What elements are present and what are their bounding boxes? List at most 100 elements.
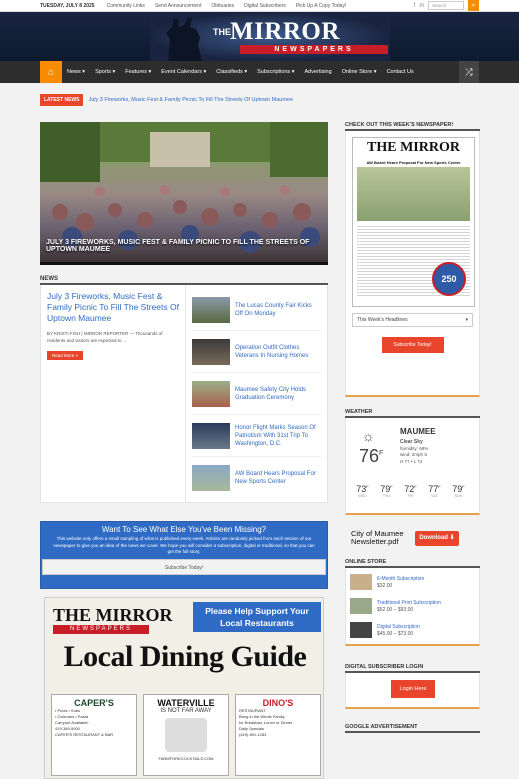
- product-thumb[interactable]: [350, 598, 372, 614]
- top-right: f in Search ⌕: [414, 0, 479, 11]
- thumbnail[interactable]: [192, 465, 230, 491]
- logo-sub: NEWSPAPERS: [240, 45, 388, 54]
- forecast-day: 73F WED: [356, 484, 369, 498]
- product-thumb[interactable]: [350, 622, 372, 638]
- ad-cards: CAPER'S • Pizza • Subs • Calzones • Past…: [51, 694, 321, 776]
- ad-logo: THE MIRROR: [53, 605, 173, 625]
- nav-contact[interactable]: Contact Us: [382, 61, 419, 83]
- newsletter-download[interactable]: City of Maumee Newsletter.pdf Download ⬇: [345, 528, 480, 550]
- store-item[interactable]: Traditional Print Subscription $52.00 – $…: [350, 594, 475, 618]
- link-announcement[interactable]: Send Announcement: [155, 3, 201, 9]
- lead-article: July 3 Fireworks, Music Fest & Family Pi…: [41, 285, 186, 502]
- date-label: TUESDAY, JULY 8 2025: [40, 2, 95, 9]
- shuffle-icon[interactable]: ⤮: [459, 61, 479, 83]
- current-temp: 76F: [359, 446, 384, 466]
- nav-news[interactable]: News ▾: [62, 61, 90, 83]
- news-section-title: NEWS: [40, 276, 328, 285]
- forecast: 73F WED 79F THU 72F FRI 77F SAT 79F SUN: [354, 484, 467, 498]
- thumbnail[interactable]: [192, 296, 230, 323]
- search-icon[interactable]: ⌕: [468, 0, 479, 11]
- statue-icon: [166, 17, 202, 61]
- ad-card[interactable]: WATERVILLE IS NOT FAR AWAY FARMFORKCOCKT…: [143, 694, 229, 776]
- forecast-day: 79F SUN: [452, 484, 465, 498]
- promo-body: This website only offers a small samplin…: [53, 536, 315, 554]
- hero-slide[interactable]: JULY 3 FIREWORKS, MUSIC FEST & FAMILY PI…: [40, 122, 328, 265]
- nav-sports[interactable]: Sports ▾: [90, 61, 120, 83]
- link-digital[interactable]: Digital Subscribers: [244, 3, 286, 9]
- forecast-day: 72F FRI: [404, 484, 417, 498]
- product-thumb[interactable]: [350, 574, 372, 590]
- latest-tag: LATEST NEWS: [40, 94, 84, 106]
- login-title: DIGITAL SUBSCRIBER LOGIN: [345, 664, 480, 673]
- home-icon[interactable]: ⌂: [40, 61, 62, 83]
- ad-title: GOOGLE ADVERTISEMENT: [345, 724, 480, 733]
- forecast-day: 79F THU: [380, 484, 393, 498]
- paper-title: CHECK OUT THIS WEEK'S NEWSPAPER!: [345, 122, 480, 131]
- weather-title: WEATHER: [345, 409, 480, 418]
- store-item[interactable]: Digital Subscription $45.00 – $73.00: [350, 618, 475, 642]
- weather-city: MAUMEE: [400, 427, 436, 436]
- read-more-button[interactable]: Read More »: [47, 351, 84, 360]
- weather-details: Clear Sky humidity: 68% wind: 2mph S H 7…: [400, 439, 429, 464]
- subscribe-today-button[interactable]: Subscribe Today!: [381, 337, 444, 353]
- ad-logo-sub: NEWSPAPERS: [53, 625, 149, 634]
- lead-snippet: BY KRISTI FISH | MIRROR REPORTER — Thous…: [47, 331, 163, 343]
- logo-name: MIRROR: [230, 18, 340, 45]
- site-banner[interactable]: THE MIRROR NEWSPAPERS: [0, 12, 519, 61]
- news-list: The Lucas County Fair Kicks Off On Monda…: [186, 285, 327, 502]
- login-box: Login Here: [345, 673, 480, 709]
- nav-subscriptions[interactable]: Subscriptions ▾: [252, 61, 299, 83]
- nav-advertising[interactable]: Advertising: [299, 61, 336, 83]
- top-links: Community Links Send Announcement Obitua…: [107, 3, 347, 9]
- top-bar: TUESDAY, JULY 8 2025 Community Links Sen…: [0, 0, 519, 12]
- newsletter-label: City of Maumee Newsletter.pdf: [351, 529, 404, 546]
- thumbnail[interactable]: [192, 338, 230, 365]
- sun-icon: ☼: [362, 428, 375, 444]
- dining-guide-ad[interactable]: THE MIRROR NEWSPAPERS Please Help Suppor…: [44, 597, 324, 779]
- jar-icon: [165, 718, 207, 752]
- sidebar: CHECK OUT THIS WEEK'S NEWSPAPER! THE MIR…: [345, 122, 480, 733]
- login-button[interactable]: Login Here: [391, 680, 435, 698]
- store-item[interactable]: 6-Month Subscription $32.00: [350, 570, 475, 594]
- weather-widget: ☼ 76F MAUMEE Clear Sky humidity: 68% win…: [345, 418, 480, 515]
- subscribe-promo: Want To See What Else You've Been Missin…: [40, 521, 328, 589]
- thumbnail[interactable]: [192, 380, 230, 407]
- promo-headline: Want To See What Else You've Been Missin…: [101, 525, 267, 534]
- headlines-select[interactable]: This Week's Headlines ▾: [352, 313, 473, 327]
- ad-card[interactable]: CAPER'S • Pizza • Subs • Calzones • Past…: [51, 694, 137, 776]
- store-title: ONLINE STORE: [345, 559, 480, 568]
- nav-event-calendars[interactable]: Event Calendars ▾: [156, 61, 211, 83]
- logo-the: THE: [213, 27, 231, 37]
- thumbnail[interactable]: [192, 422, 230, 449]
- ad-plea: Please Help Support Your Local Restauran…: [193, 602, 321, 632]
- search-input[interactable]: Search: [428, 1, 464, 10]
- nav-online-store[interactable]: Online Store ▾: [337, 61, 382, 83]
- chevron-down-icon: ▾: [465, 317, 468, 323]
- nav-classifieds[interactable]: Classifieds ▾: [211, 61, 252, 83]
- news-block: July 3 Fireworks, Music Fest & Family Pi…: [40, 285, 328, 503]
- nav-features[interactable]: Features ▾: [120, 61, 156, 83]
- linkedin-icon[interactable]: in: [419, 3, 424, 9]
- online-store: 6-Month Subscription $32.00 Traditional P…: [345, 568, 480, 646]
- list-item[interactable]: AW Board Hears Proposal For New Sports C…: [192, 457, 321, 499]
- list-item[interactable]: Maumee Safety City Holds Graduation Cere…: [192, 373, 321, 415]
- subscribe-button[interactable]: Subscribe Today!: [42, 558, 326, 575]
- facebook-icon[interactable]: f: [414, 3, 416, 9]
- main-nav: ⌂ News ▾ Sports ▾ Features ▾ Event Calen…: [0, 61, 519, 83]
- list-item[interactable]: The Lucas County Fair Kicks Off On Monda…: [192, 289, 321, 331]
- ticker-headline[interactable]: July 3 Fireworks, Music Fest & Family Pi…: [88, 97, 293, 103]
- this-week-paper: THE MIRROR AW Board Hears Proposal For N…: [345, 131, 480, 397]
- hero-caption[interactable]: JULY 3 FIREWORKS, MUSIC FEST & FAMILY PI…: [46, 239, 328, 253]
- pdf-icon: ⬇: [449, 535, 455, 541]
- paper-cover[interactable]: THE MIRROR AW Board Hears Proposal For N…: [352, 137, 475, 307]
- download-button[interactable]: Download ⬇: [415, 531, 459, 546]
- seal-icon: 250: [432, 262, 466, 296]
- link-pickup[interactable]: Pick Up A Copy Today!: [296, 3, 347, 9]
- link-obituaries[interactable]: Obituaries: [211, 3, 234, 9]
- list-item[interactable]: Honor Flight Marks Season Of Patriotism …: [192, 415, 321, 457]
- link-community[interactable]: Community Links: [107, 3, 145, 9]
- lead-title[interactable]: July 3 Fireworks, Music Fest & Family Pi…: [47, 291, 179, 324]
- main-column: JULY 3 FIREWORKS, MUSIC FEST & FAMILY PI…: [40, 122, 328, 589]
- ad-card[interactable]: DINO'S RESTAURANT Bring in the Whole Fam…: [235, 694, 321, 776]
- list-item[interactable]: Operation Outfit Clothes Veterans In Nur…: [192, 331, 321, 373]
